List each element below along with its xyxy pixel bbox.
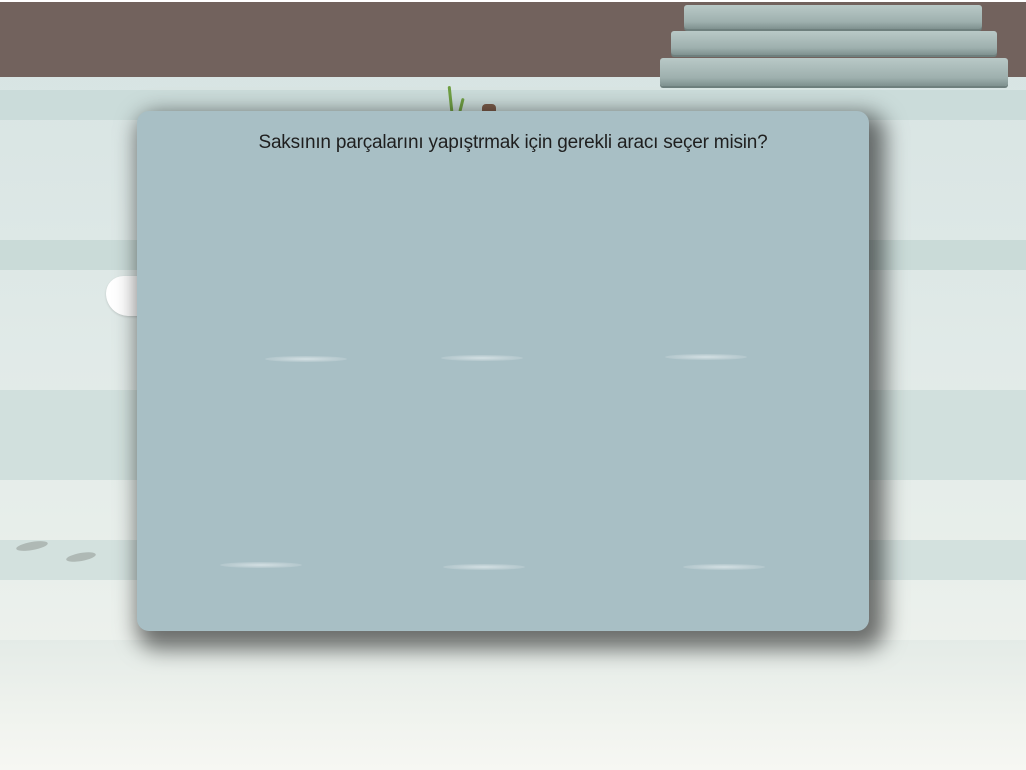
stair-step-middle bbox=[671, 31, 997, 55]
stair-step-bottom bbox=[660, 58, 1008, 86]
tool-option-slot-1[interactable] bbox=[265, 356, 347, 362]
tool-option-slot-5[interactable] bbox=[443, 564, 525, 570]
slot-shadow bbox=[665, 354, 747, 360]
question-dialog: Saksının parçalarını yapıştrmak için ger… bbox=[137, 111, 869, 631]
tool-option-slot-6[interactable] bbox=[683, 564, 765, 570]
game-scene: Saksının parçalarını yapıştrmak için ger… bbox=[0, 0, 1026, 770]
slot-shadow bbox=[265, 356, 347, 362]
wall-top-edge bbox=[0, 0, 1026, 2]
tool-option-slot-4[interactable] bbox=[220, 562, 302, 568]
floor bbox=[0, 640, 1026, 770]
tool-option-slot-3[interactable] bbox=[665, 354, 747, 360]
slot-shadow bbox=[443, 564, 525, 570]
slot-shadow bbox=[441, 355, 523, 361]
slot-shadow bbox=[220, 562, 302, 568]
question-text: Saksının parçalarını yapıştrmak için ger… bbox=[258, 132, 768, 153]
slot-shadow bbox=[683, 564, 765, 570]
stair-step-top bbox=[684, 5, 982, 29]
tool-option-slot-2[interactable] bbox=[441, 355, 523, 361]
